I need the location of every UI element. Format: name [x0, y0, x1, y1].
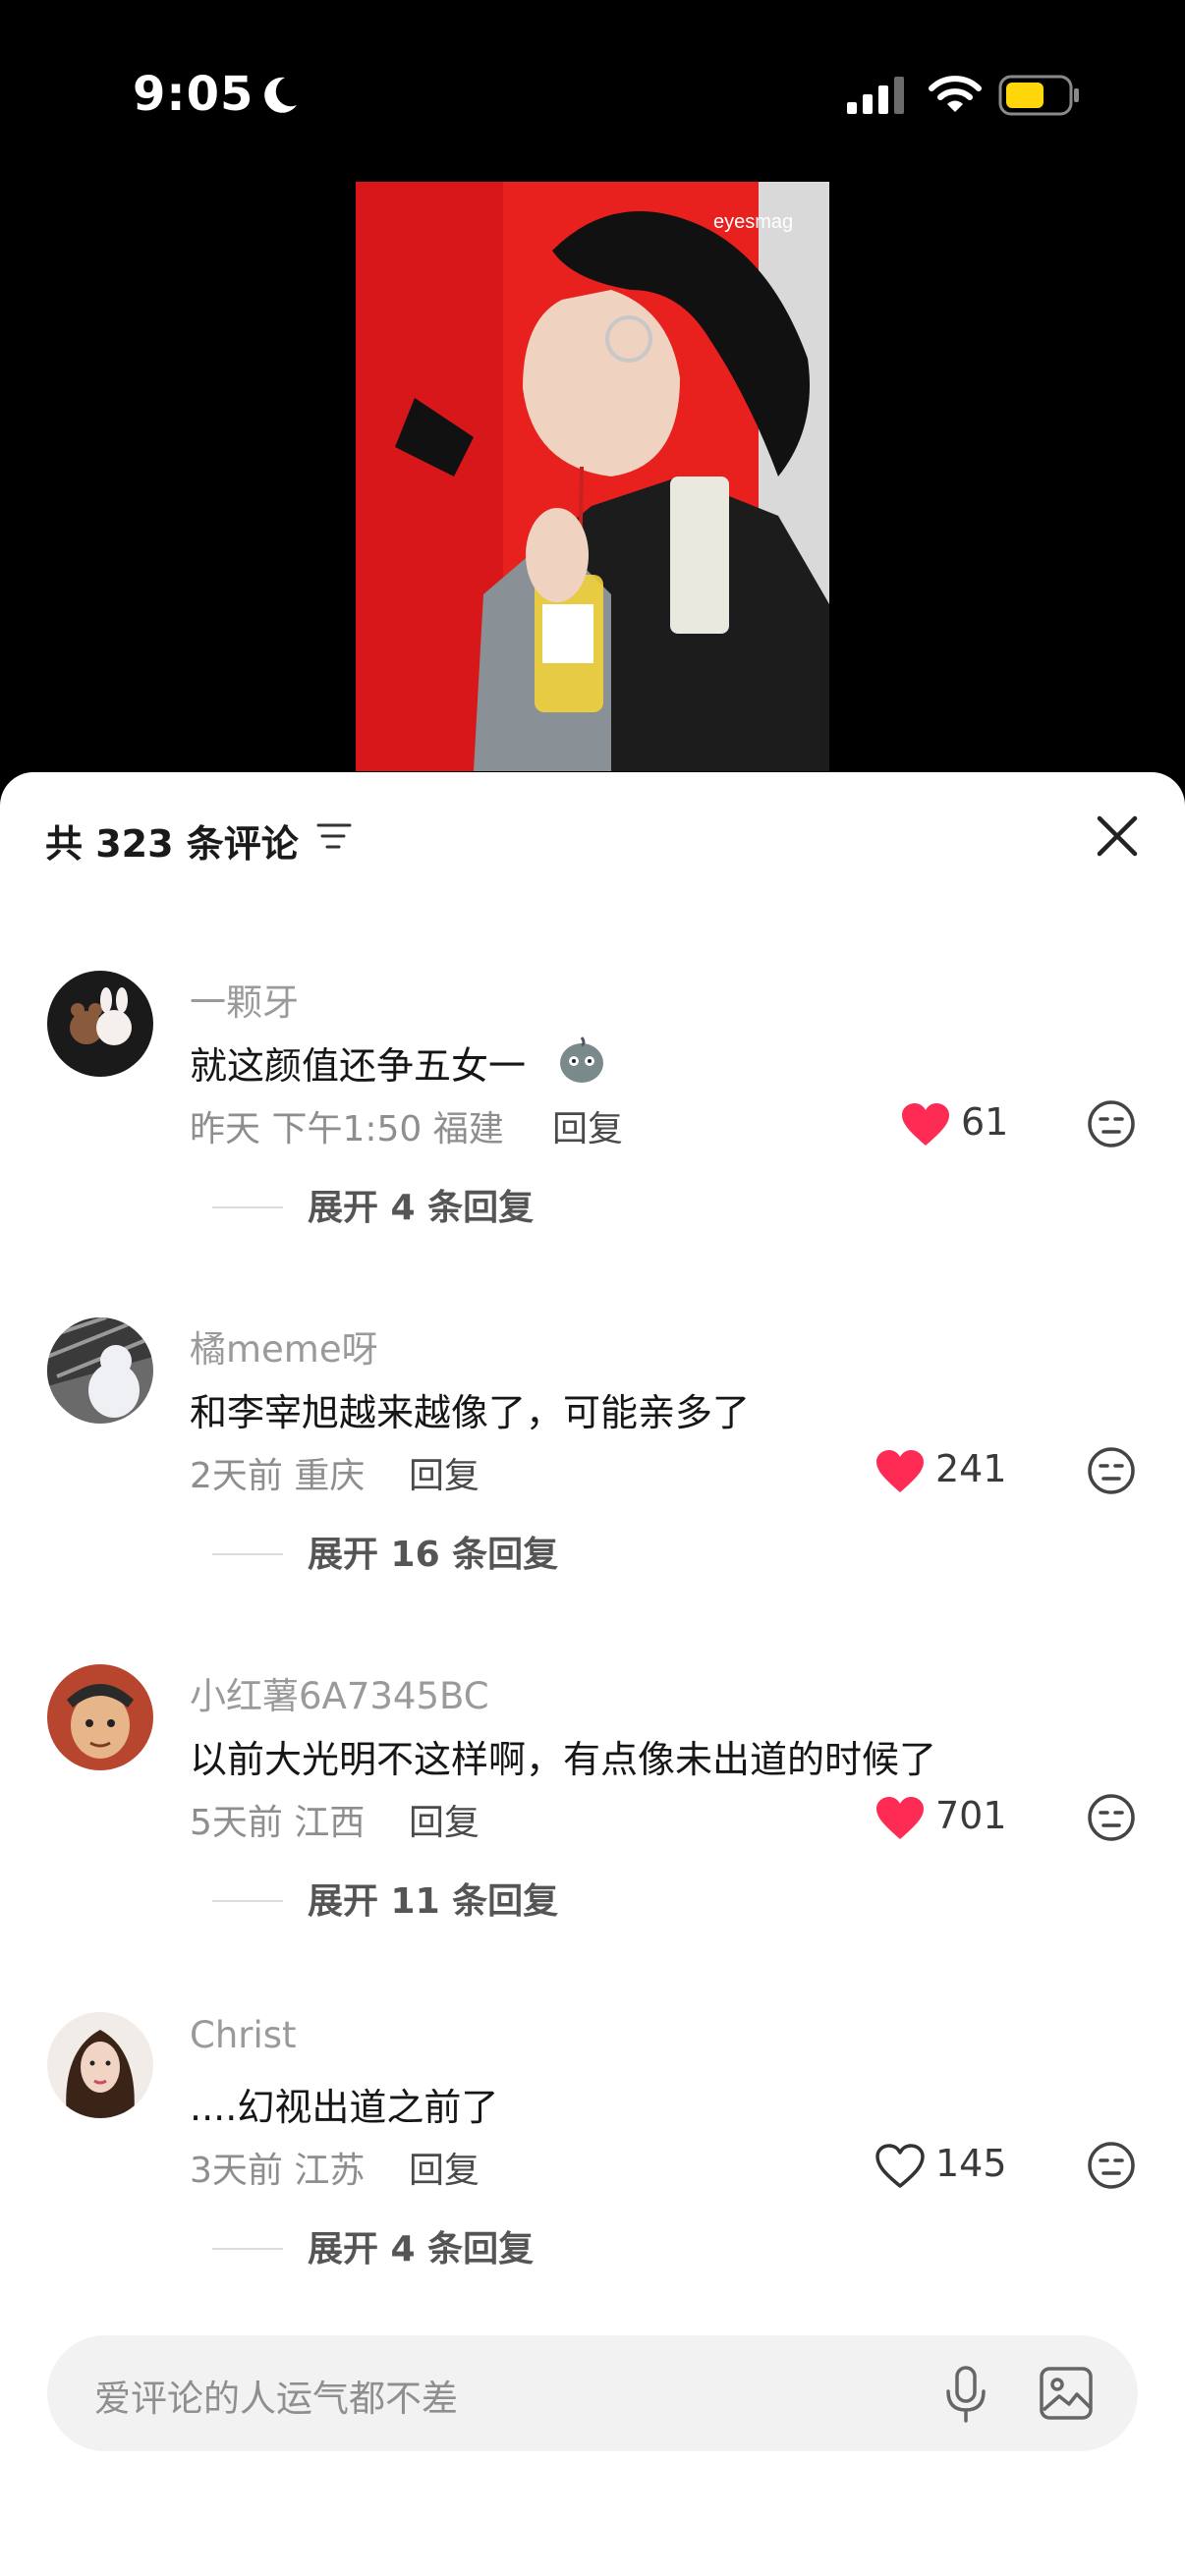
- heart-filled-icon: [902, 1103, 949, 1146]
- comment-item: 橘meme呀 和李宰旭越来越像了，可能亲多了 2天前 重庆 回复 241 展开 …: [0, 1317, 1185, 1612]
- like-count: 61: [961, 1100, 1009, 1144]
- wifi-icon: [929, 76, 982, 112]
- comment-item: 一颗牙 就这颜值还争五女一 昨天 下午1:50 福建 回复 61 展开 4 条回…: [0, 971, 1185, 1265]
- video-frame[interactable]: eyesmag: [356, 182, 829, 771]
- avatar[interactable]: [47, 1664, 153, 1770]
- comment-meta: 5天前 江西: [190, 1803, 366, 1843]
- video-watermark: eyesmag: [713, 211, 794, 233]
- reply-button[interactable]: 回复: [409, 2142, 480, 2193]
- close-icon[interactable]: [1095, 813, 1140, 859]
- like-count: 145: [935, 2142, 1007, 2185]
- comment-input-placeholder[interactable]: 爱评论的人运气都不差: [94, 2369, 458, 2422]
- expand-replies-button[interactable]: 展开 4 条回复: [308, 1179, 534, 1230]
- microphone-icon[interactable]: [941, 2365, 990, 2424]
- image-icon[interactable]: [1038, 2365, 1095, 2422]
- comment-meta: 昨天 下午1:50 福建: [190, 1109, 504, 1149]
- comments-count-title: 共 323 条评论: [45, 822, 299, 866]
- dislike-face-icon[interactable]: [1086, 2140, 1137, 2191]
- moon-icon: [264, 77, 297, 113]
- comment-meta: 2天前 重庆: [190, 1456, 366, 1496]
- comment-text: ....幻视出道之前了: [190, 2086, 499, 2129]
- avatar[interactable]: [47, 2012, 153, 2118]
- sort-filter-icon[interactable]: [316, 821, 352, 853]
- comment-username[interactable]: 一颗牙: [190, 973, 299, 1026]
- comment-text: 以前大光明不这样啊，有点像未出道的时候了: [190, 1738, 937, 1781]
- divider: [212, 1553, 283, 1555]
- like-count: 241: [935, 1447, 1007, 1490]
- dislike-face-icon[interactable]: [1086, 1792, 1137, 1843]
- reply-button[interactable]: 回复: [552, 1100, 623, 1151]
- heart-filled-icon: [876, 1450, 924, 1492]
- comment-item: Christ ....幻视出道之前了 3天前 江苏 回复 145 展开 4 条回…: [0, 2012, 1185, 2307]
- video-image: [356, 182, 829, 771]
- expand-replies-button[interactable]: 展开 16 条回复: [308, 1526, 558, 1577]
- expand-replies-button[interactable]: 展开 11 条回复: [308, 1873, 558, 1924]
- expand-replies-button[interactable]: 展开 4 条回复: [308, 2220, 534, 2271]
- avatar[interactable]: [47, 971, 153, 1077]
- divider: [212, 1900, 283, 1902]
- signal-icon: [847, 77, 904, 114]
- status-time: 9:05: [133, 67, 254, 122]
- reply-button[interactable]: 回复: [409, 1447, 480, 1498]
- divider: [212, 1206, 283, 1208]
- comment-item: 小红薯6A7345BC 以前大光明不这样啊，有点像未出道的时候了 5天前 江西 …: [0, 1664, 1185, 1959]
- comment-meta: 3天前 江苏: [190, 2151, 366, 2191]
- comment-text: 和李宰旭越来越像了，可能亲多了: [190, 1391, 751, 1434]
- avatar[interactable]: [47, 1317, 153, 1424]
- sticker-emoji-icon: [560, 1036, 603, 1083]
- heart-outline-icon: [875, 2144, 925, 2188]
- dislike-face-icon[interactable]: [1086, 1098, 1137, 1149]
- comment-text: 就这颜值还争五女一: [190, 1044, 527, 1088]
- like-count: 701: [935, 1794, 1007, 1837]
- divider: [212, 2248, 283, 2250]
- comment-input-bar[interactable]: 爱评论的人运气都不差: [47, 2335, 1138, 2451]
- battery-icon: [998, 75, 1079, 116]
- comment-username[interactable]: 橘meme呀: [190, 1319, 378, 1372]
- reply-button[interactable]: 回复: [409, 1794, 480, 1845]
- comment-username[interactable]: Christ: [190, 2014, 297, 2056]
- comment-username[interactable]: 小红薯6A7345BC: [190, 1666, 489, 1719]
- status-bar: 9:05: [0, 0, 1185, 187]
- heart-filled-icon: [876, 1797, 924, 1839]
- dislike-face-icon[interactable]: [1086, 1445, 1137, 1496]
